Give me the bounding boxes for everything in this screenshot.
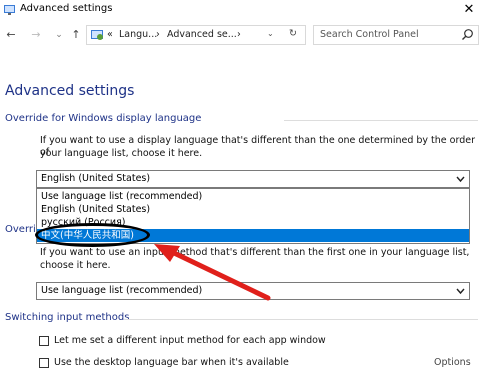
up-button[interactable]: ↑ [69, 28, 83, 42]
section-title-display-language: Override for Windows display language [5, 113, 202, 124]
desktop-language-bar-checkbox[interactable] [39, 358, 49, 368]
chevron-down-icon [456, 288, 465, 295]
per-app-input-label[interactable]: Let me set a different input method for … [54, 335, 326, 347]
breadcrumb-language[interactable]: Langu... [119, 29, 157, 40]
divider [284, 120, 478, 121]
breadcrumb-separator: › [156, 29, 160, 40]
page-title: Advanced settings [5, 83, 135, 99]
annotation-ellipse [35, 223, 150, 247]
dropdown-option[interactable]: Use language list (recommended) [37, 190, 469, 203]
divider [125, 319, 478, 320]
section-title-switching-input: Switching input methods [5, 312, 130, 323]
desktop-language-bar-label[interactable]: Use the desktop language bar when it's a… [54, 357, 289, 369]
display-language-select[interactable]: English (United States) [36, 170, 470, 188]
window-title: Advanced settings [20, 3, 113, 14]
search-box[interactable]: Search Control Panel [313, 25, 479, 45]
breadcrumb-overflow[interactable]: « [107, 29, 113, 40]
per-app-input-checkbox[interactable] [39, 336, 49, 346]
breadcrumb-separator: › [237, 29, 241, 40]
dropdown-option[interactable]: English (United States) [37, 203, 469, 216]
control-panel-icon [91, 30, 103, 40]
options-link[interactable]: Options [434, 357, 471, 369]
refresh-button[interactable]: ↻ [289, 28, 297, 39]
display-language-description-2: your language list, choose it here. [40, 148, 203, 159]
search-input[interactable]: Search Control Panel [320, 29, 419, 40]
control-panel-icon [4, 5, 15, 15]
back-button[interactable]: ← [4, 28, 18, 42]
address-bar[interactable]: « Langu... › Advanced se... › ⌄ ↻ [86, 25, 306, 45]
address-dropdown-icon[interactable]: ⌄ [267, 29, 274, 38]
forward-button[interactable]: → [29, 28, 43, 42]
input-method-description-2: choose it here. [40, 260, 111, 271]
annotation-arrow [154, 244, 271, 301]
title-bar: Advanced settings ✕ [0, 0, 483, 20]
recent-locations-button[interactable]: ⌄ [52, 28, 66, 42]
search-icon[interactable] [461, 28, 474, 41]
chevron-down-icon [456, 176, 465, 183]
close-button[interactable]: ✕ [455, 0, 483, 20]
display-language-select-value: English (United States) [41, 173, 151, 184]
breadcrumb-advanced-settings[interactable]: Advanced se... [167, 29, 237, 40]
